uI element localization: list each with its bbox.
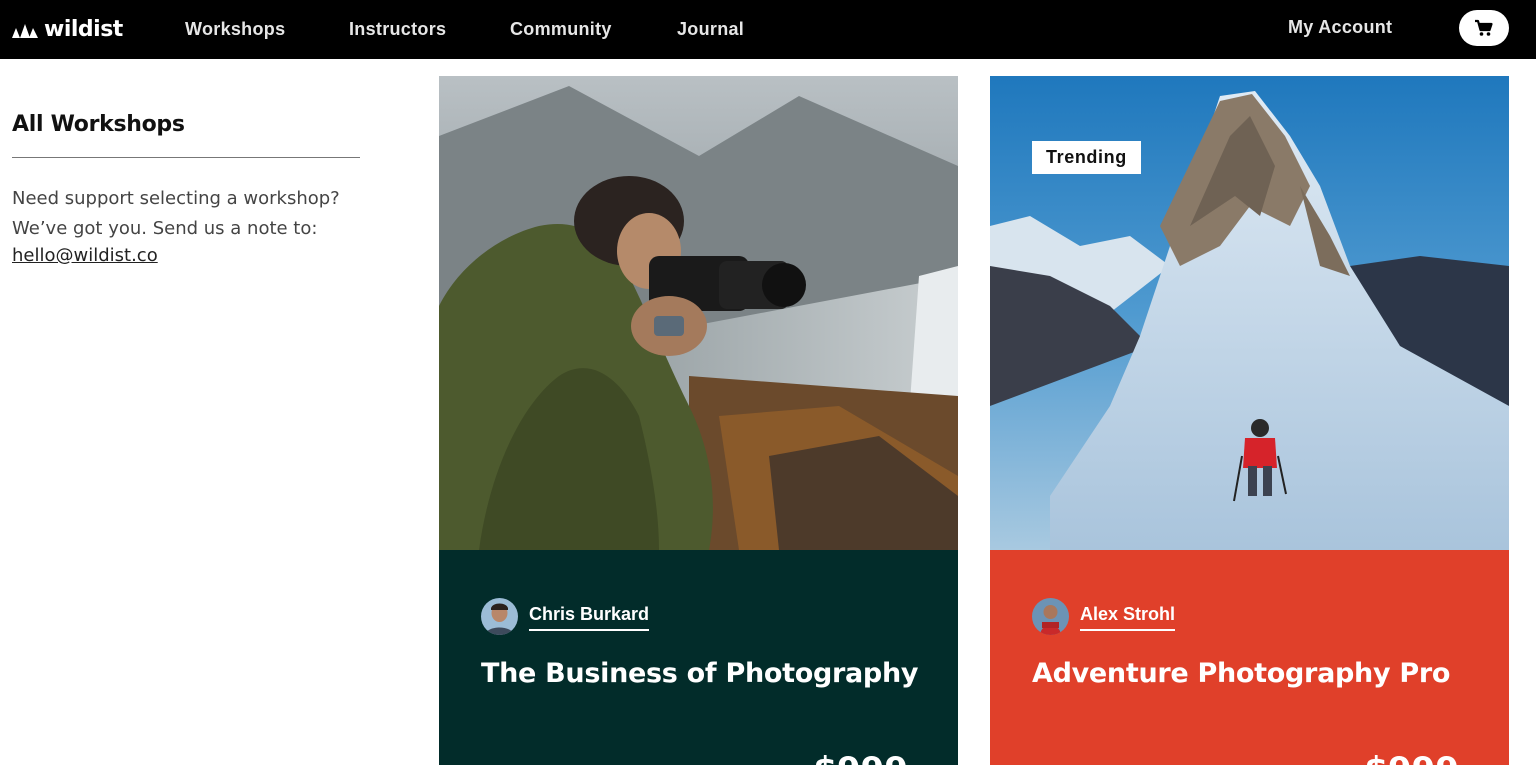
workshop-price: $999 (813, 750, 908, 765)
top-nav-bar: wildist Workshops Instructors Community … (0, 0, 1536, 59)
support-line: We’ve got you. Send us a note to: (12, 218, 318, 239)
workshop-price: $999 (1364, 750, 1459, 765)
workshop-card[interactable]: Trending Alex Strohl Adventure Photograp… (990, 76, 1509, 765)
my-account-link[interactable]: My Account (1288, 17, 1392, 38)
workshop-info-panel: Alex Strohl Adventure Photography Pro $9… (990, 550, 1509, 765)
sidebar-title: All Workshops (12, 112, 185, 137)
instructor-avatar (1032, 598, 1069, 635)
photographer-image (439, 76, 958, 550)
instructor-avatar (481, 598, 518, 635)
support-email-link[interactable]: hello@wildist.co (12, 244, 158, 268)
workshop-photo: Trending (990, 76, 1509, 550)
trending-badge: Trending (1032, 141, 1141, 174)
workshop-title[interactable]: Adventure Photography Pro (1032, 658, 1450, 689)
instructor-link[interactable]: Alex Strohl (1080, 604, 1176, 631)
nav-journal[interactable]: Journal (677, 19, 744, 40)
mountains-logo-icon (12, 24, 38, 38)
nav-instructors[interactable]: Instructors (349, 19, 446, 40)
workshop-photo (439, 76, 958, 550)
workshop-info-panel: Chris Burkard The Business of Photograph… (439, 550, 958, 765)
nav-workshops[interactable]: Workshops (185, 19, 285, 40)
support-text: Need support selecting a workshop? We’ve… (12, 184, 372, 244)
nav-community[interactable]: Community (510, 19, 612, 40)
brand-logo[interactable]: wildist (12, 17, 123, 43)
cart-button[interactable] (1459, 10, 1509, 46)
support-line: Need support selecting a workshop? (12, 188, 340, 209)
sidebar-divider (12, 157, 360, 158)
cart-icon (1475, 19, 1493, 36)
workshop-title[interactable]: The Business of Photography (481, 658, 918, 689)
brand-name: wildist (44, 17, 123, 42)
workshop-card[interactable]: Chris Burkard The Business of Photograph… (439, 76, 958, 765)
instructor-link[interactable]: Chris Burkard (529, 604, 650, 631)
